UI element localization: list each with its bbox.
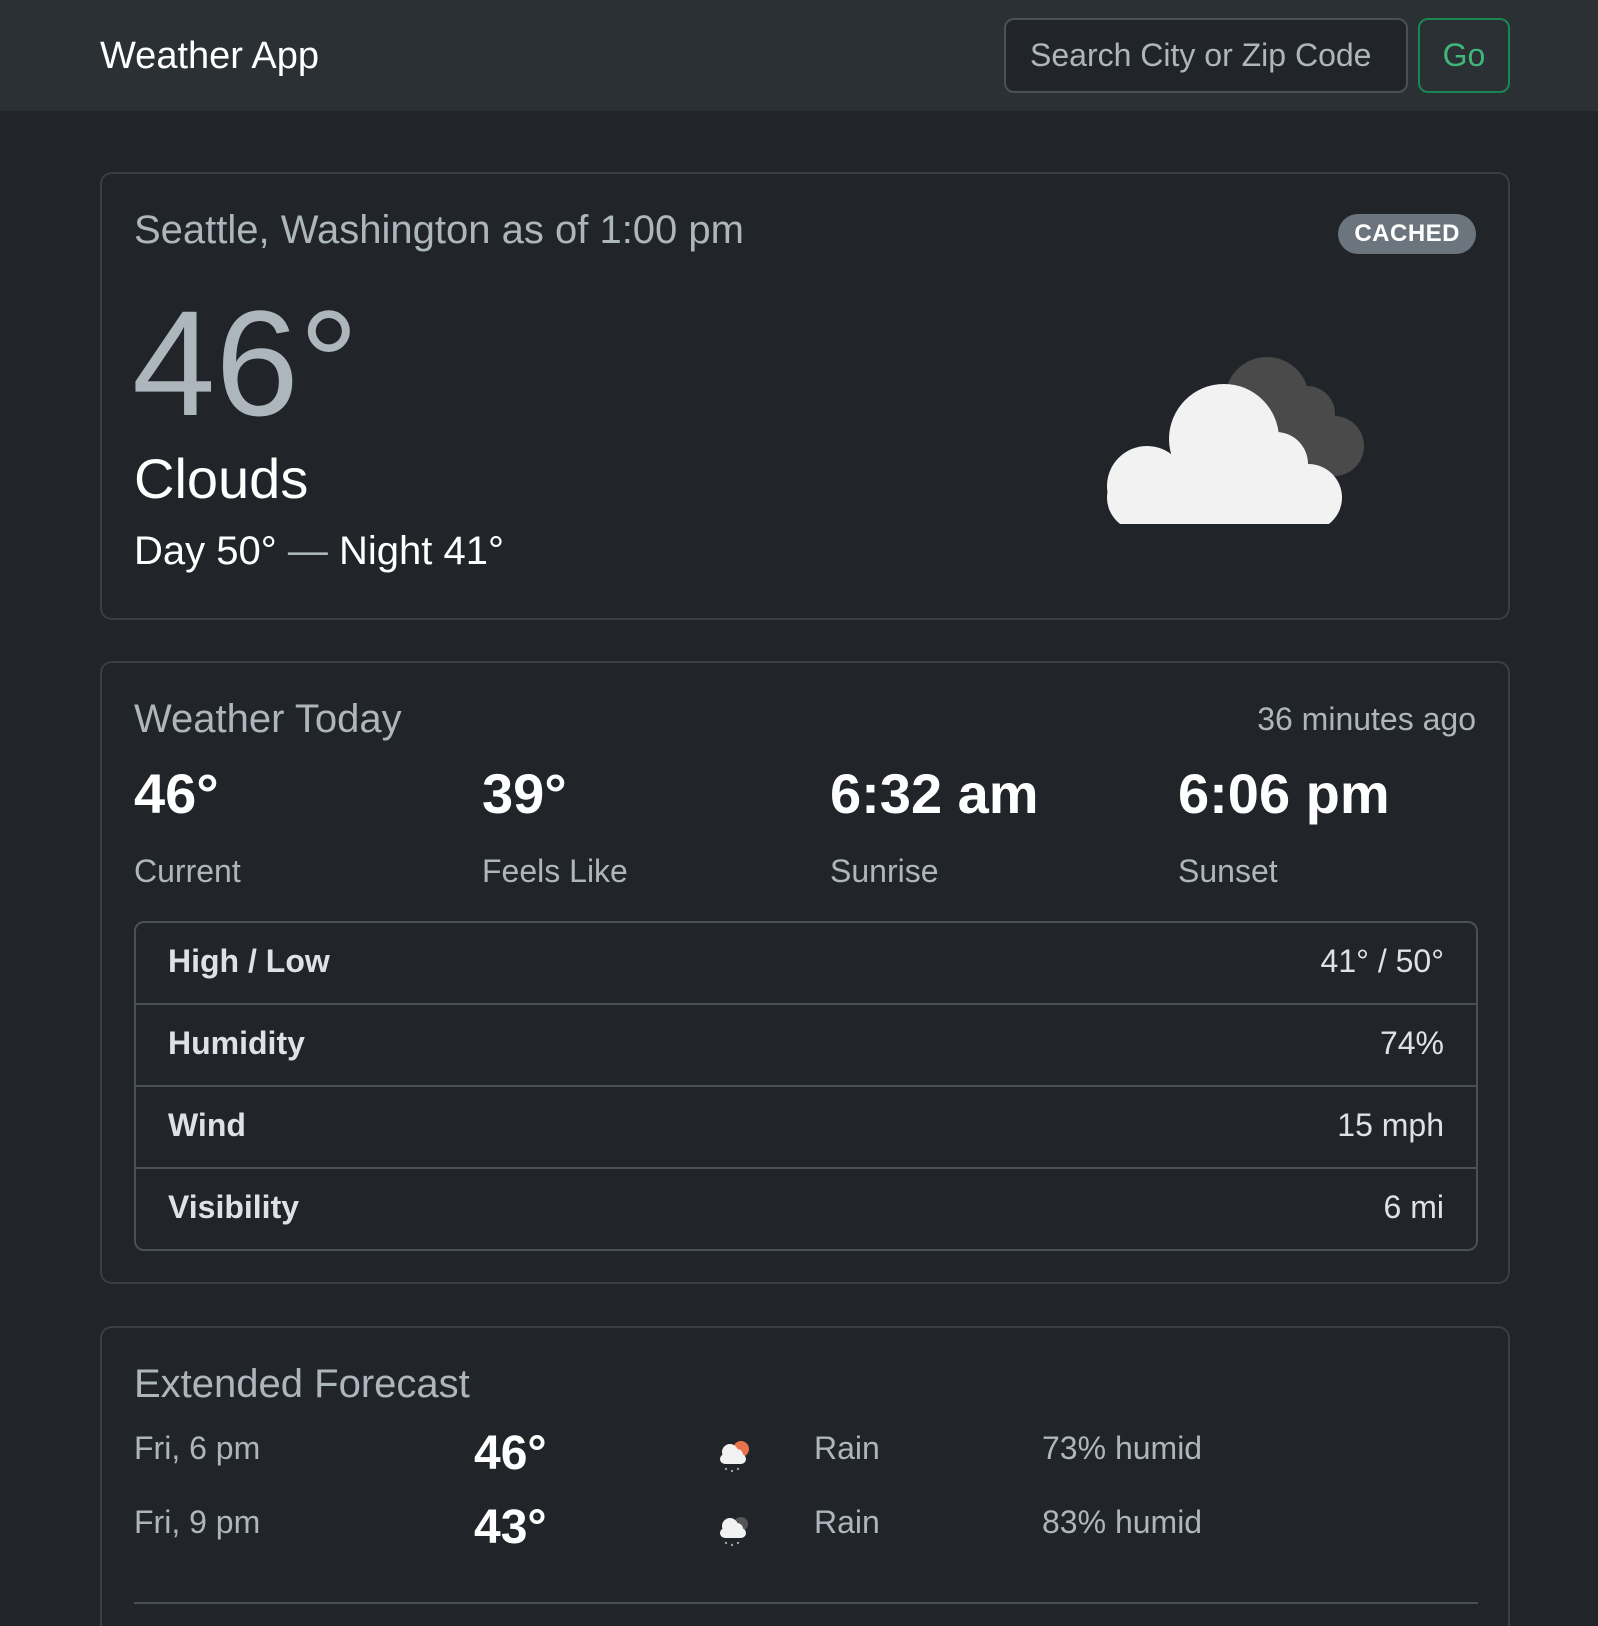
stat-label: Current bbox=[134, 853, 241, 889]
go-button[interactable]: Go bbox=[1418, 18, 1510, 93]
forecast-row: Fri, 9 pm 43° Rain 83% humid bbox=[134, 1500, 1474, 1570]
forecast-humidity: 83% humid bbox=[1042, 1504, 1203, 1540]
detail-row-humidity: Humidity 74% bbox=[136, 1005, 1476, 1087]
rain-day-icon bbox=[720, 1441, 749, 1473]
current-condition: Clouds bbox=[134, 447, 309, 510]
detail-row-high-low: High / Low 41° / 50° bbox=[136, 923, 1476, 1005]
current-temperature: 46° bbox=[132, 279, 359, 447]
search-input[interactable] bbox=[1004, 18, 1408, 93]
location-title: Seattle, Washington as of 1:00 pm bbox=[134, 208, 744, 252]
stat-label: Sunrise bbox=[830, 853, 939, 889]
weather-today-title: Weather Today bbox=[134, 697, 402, 741]
detail-value: 15 mph bbox=[1337, 1107, 1444, 1143]
details-table: High / Low 41° / 50° Humidity 74% Wind 1… bbox=[134, 921, 1478, 1251]
stat-label: Feels Like bbox=[482, 853, 628, 889]
detail-label: High / Low bbox=[168, 943, 330, 979]
extended-forecast-title: Extended Forecast bbox=[134, 1362, 470, 1406]
day-night-temps: Day 50° — Night 41° bbox=[134, 524, 504, 578]
night-temp: Night 41° bbox=[338, 529, 504, 573]
stat-value: 6:32 am bbox=[830, 762, 1039, 825]
stat-value: 39° bbox=[482, 762, 567, 825]
forecast-temp: 46° bbox=[474, 1427, 547, 1480]
forecast-time: Fri, 6 pm bbox=[134, 1430, 261, 1466]
forecast-temp: 43° bbox=[474, 1501, 547, 1554]
detail-label: Visibility bbox=[168, 1189, 300, 1225]
detail-row-wind: Wind 15 mph bbox=[136, 1087, 1476, 1169]
updated-time: 36 minutes ago bbox=[1257, 701, 1476, 737]
detail-label: Humidity bbox=[168, 1025, 305, 1061]
app-brand[interactable]: Weather App bbox=[100, 30, 319, 82]
forecast-humidity: 73% humid bbox=[1042, 1430, 1203, 1466]
extended-forecast-card: Extended Forecast Fri, 6 pm 46° Rain 73%… bbox=[100, 1326, 1510, 1626]
day-night-separator: — bbox=[287, 529, 328, 573]
cached-badge: CACHED bbox=[1338, 214, 1476, 254]
stat-value: 6:06 pm bbox=[1178, 762, 1390, 825]
forecast-condition: Rain bbox=[814, 1504, 880, 1540]
stat-feels-like: 39° Feels Like bbox=[482, 759, 822, 891]
forecast-condition: Rain bbox=[814, 1430, 880, 1466]
stat-sunset: 6:06 pm Sunset bbox=[1178, 759, 1518, 891]
stat-value: 46° bbox=[134, 762, 219, 825]
stat-sunrise: 6:32 am Sunrise bbox=[830, 759, 1170, 891]
stat-current: 46° Current bbox=[134, 759, 474, 891]
detail-value: 6 mi bbox=[1383, 1189, 1444, 1225]
detail-value: 74% bbox=[1379, 1025, 1444, 1061]
detail-row-visibility: Visibility 6 mi bbox=[136, 1169, 1476, 1249]
cloud-icon bbox=[1107, 357, 1364, 524]
weather-today-card: Weather Today 36 minutes ago 46° Current… bbox=[100, 661, 1510, 1284]
detail-label: Wind bbox=[168, 1107, 246, 1143]
forecast-row: Fri, 6 pm 46° Rain 73% humid bbox=[134, 1426, 1474, 1496]
forecast-time: Fri, 9 pm bbox=[134, 1504, 261, 1540]
current-weather-card: Seattle, Washington as of 1:00 pm CACHED… bbox=[100, 172, 1510, 620]
stat-label: Sunset bbox=[1178, 853, 1278, 889]
navbar: Weather App Go bbox=[0, 0, 1598, 111]
day-temp: Day 50° bbox=[134, 529, 277, 573]
detail-value: 41° / 50° bbox=[1320, 943, 1444, 979]
rain-night-icon bbox=[720, 1517, 748, 1547]
